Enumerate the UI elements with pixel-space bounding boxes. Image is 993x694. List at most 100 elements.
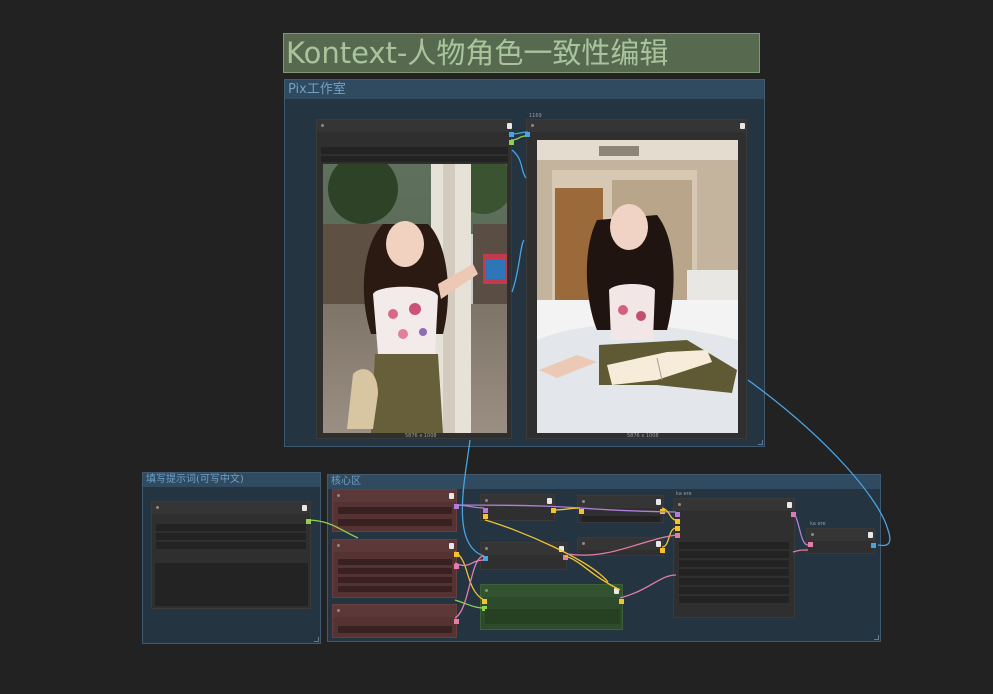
vae-encode-node[interactable] [480, 542, 568, 570]
collapse-dot[interactable] [485, 499, 488, 502]
output-pin[interactable] [551, 508, 556, 513]
resize-handle[interactable] [758, 440, 763, 445]
input-pin[interactable] [675, 519, 680, 524]
widget-row[interactable] [582, 516, 660, 522]
collapse-dot[interactable] [337, 609, 340, 612]
output-pin[interactable] [660, 548, 665, 553]
widget-row[interactable] [321, 156, 508, 162]
widget-row[interactable] [156, 524, 306, 531]
output-pin[interactable] [454, 619, 459, 624]
collapse-dot[interactable] [811, 533, 814, 536]
ksampler-node[interactable] [673, 498, 796, 618]
output-pin[interactable] [454, 564, 459, 569]
input-pin[interactable] [525, 132, 530, 137]
output-pin[interactable] [509, 132, 514, 137]
group-title[interactable]: Pix工作室 [285, 80, 764, 99]
widget-row[interactable] [679, 587, 789, 594]
node-status-indicator [507, 123, 512, 129]
collapse-dot[interactable] [678, 503, 681, 506]
collapse-dot[interactable] [337, 494, 340, 497]
input-pin[interactable] [579, 509, 584, 514]
node-titlebar[interactable] [152, 502, 310, 514]
group-title[interactable]: 填写提示词(可写中文) [143, 473, 320, 487]
collapse-dot[interactable] [485, 589, 488, 592]
input-pin[interactable] [483, 508, 488, 513]
widget-row[interactable] [338, 568, 452, 574]
preview-image-bedroom[interactable] [537, 140, 738, 433]
load-image-node[interactable]: 5876 x 1008 [316, 119, 514, 439]
widget-row[interactable] [338, 586, 452, 592]
node-status-indicator [614, 588, 619, 594]
node-titlebar[interactable] [578, 538, 663, 550]
output-pin[interactable] [660, 509, 665, 514]
input-pin[interactable] [808, 542, 813, 547]
widget-row[interactable] [338, 577, 452, 583]
lora-loader-node[interactable] [332, 489, 459, 532]
widget-row[interactable] [321, 147, 508, 154]
collapse-dot[interactable] [485, 547, 488, 550]
collapse-dot[interactable] [531, 124, 534, 127]
image-size-caption: 5876 x 1008 [405, 433, 437, 439]
vae-loader-node[interactable] [332, 604, 459, 638]
node-titlebar[interactable] [481, 543, 566, 555]
collapse-dot[interactable] [156, 506, 159, 509]
collapse-dot[interactable] [582, 542, 585, 545]
conditioning-node[interactable] [577, 537, 665, 556]
vae-decode-node[interactable] [806, 528, 876, 554]
workflow-title-note[interactable]: Kontext-人物角色一致性编辑 [283, 33, 760, 73]
widget-row[interactable] [679, 578, 789, 585]
node-titlebar[interactable] [674, 499, 794, 511]
widget-row[interactable] [156, 542, 306, 549]
group-title[interactable]: 核心区 [328, 475, 880, 489]
widget-row[interactable] [679, 542, 789, 549]
input-pin[interactable] [675, 533, 680, 538]
output-pin[interactable] [871, 543, 876, 548]
image-size-caption: 5876 x 1008 [627, 433, 659, 439]
input-pin[interactable] [675, 512, 680, 517]
node-titlebar[interactable] [333, 605, 456, 617]
output-pin[interactable] [454, 552, 459, 557]
input-pin[interactable] [483, 514, 488, 519]
widget-row[interactable] [338, 559, 452, 565]
node-title-label: ka ere [676, 491, 692, 497]
text-encode-node[interactable] [480, 584, 624, 630]
input-pin[interactable] [675, 526, 680, 531]
node-titlebar[interactable] [481, 585, 622, 597]
node-titlebar[interactable] [481, 495, 554, 507]
widget-row[interactable] [679, 551, 789, 558]
widget-row[interactable] [156, 533, 306, 540]
preview-image-node[interactable]: 5876 x 1008 [525, 119, 747, 439]
node-titlebar[interactable] [333, 490, 456, 502]
widget-row[interactable] [679, 569, 789, 576]
widget-row[interactable] [679, 596, 789, 603]
output-pin[interactable] [306, 519, 311, 524]
output-pin[interactable] [619, 599, 624, 604]
node-titlebar[interactable] [317, 120, 511, 132]
input-pin[interactable] [482, 599, 487, 604]
output-pin[interactable] [791, 512, 796, 517]
output-pin[interactable] [509, 140, 514, 145]
collapse-dot[interactable] [321, 124, 324, 127]
widget-row[interactable] [679, 560, 789, 567]
node-titlebar[interactable] [333, 540, 456, 552]
node-titlebar[interactable] [578, 496, 663, 508]
input-pin[interactable] [483, 556, 488, 561]
output-pin[interactable] [454, 504, 459, 509]
node-titlebar[interactable] [807, 529, 874, 541]
prompt-textarea[interactable] [155, 563, 308, 606]
output-pin[interactable] [563, 555, 568, 560]
reference-latent-node[interactable] [480, 494, 556, 521]
flux-guidance-node[interactable] [577, 495, 665, 523]
widget-row[interactable] [338, 626, 452, 633]
model-loader-node[interactable] [332, 539, 459, 598]
collapse-dot[interactable] [337, 544, 340, 547]
widget-row[interactable] [485, 609, 620, 624]
widget-row[interactable] [338, 507, 452, 514]
widget-row[interactable] [338, 519, 452, 526]
text-prompt-node[interactable] [151, 501, 311, 609]
collapse-dot[interactable] [582, 500, 585, 503]
node-titlebar[interactable] [527, 120, 746, 132]
resize-handle[interactable] [314, 637, 319, 642]
preview-image-street[interactable] [323, 164, 507, 433]
resize-handle[interactable] [874, 635, 879, 640]
